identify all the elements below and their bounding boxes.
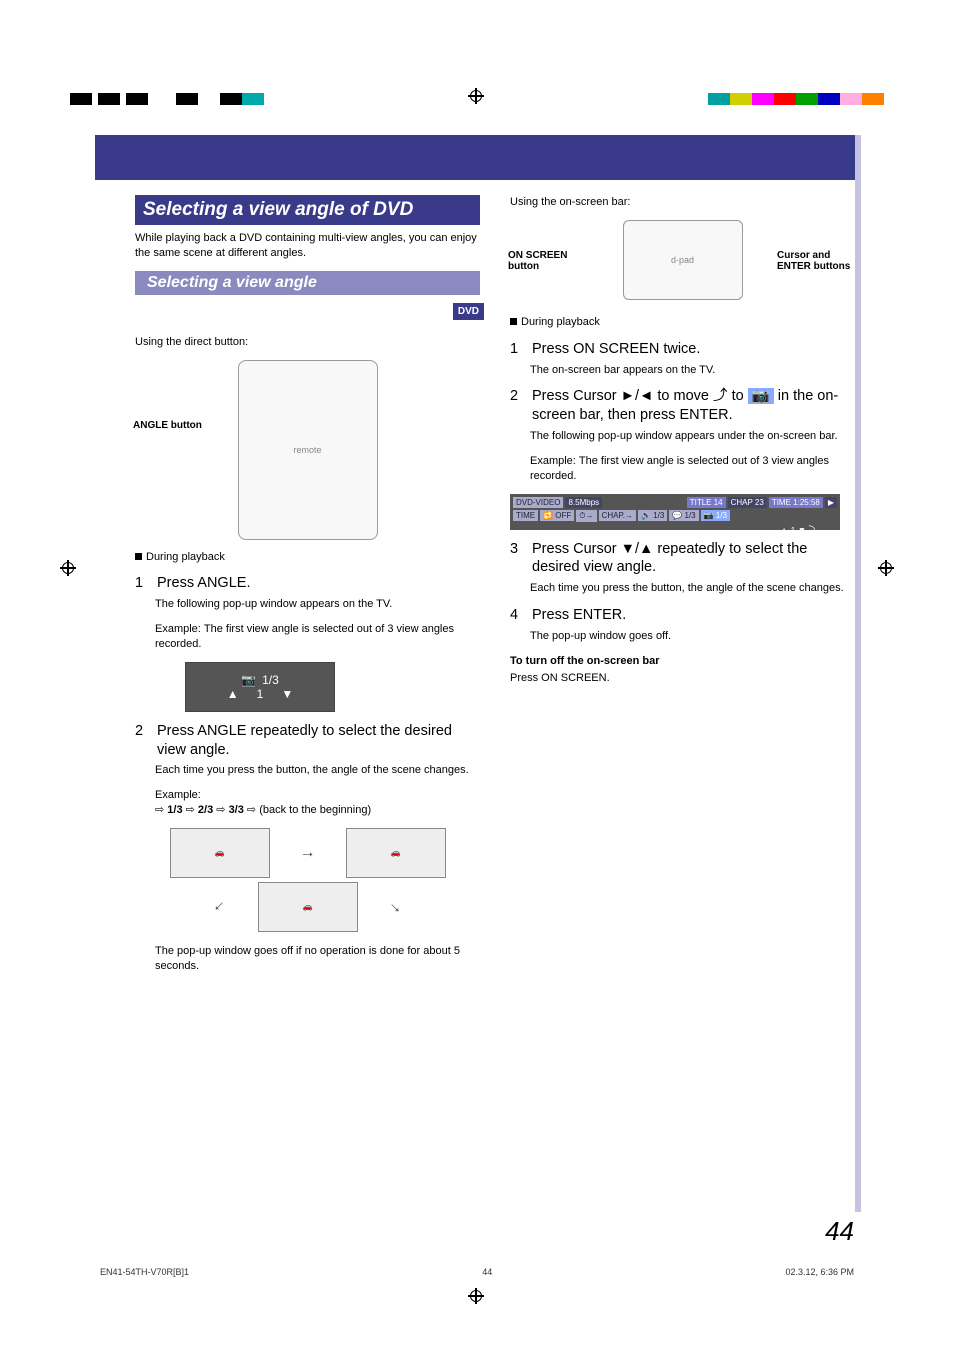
step1-head: 1 Press ANGLE. bbox=[135, 574, 480, 593]
intro-text: While playing back a DVD containing mult… bbox=[135, 231, 480, 261]
method-direct: Using the direct button: bbox=[135, 335, 480, 350]
r-step1-head: 1 Press ON SCREEN twice. bbox=[510, 340, 855, 359]
r-step4-l1: The pop-up window goes off. bbox=[530, 629, 855, 644]
reg-cross-bottom bbox=[468, 1288, 484, 1304]
page-number: 44 bbox=[825, 1216, 854, 1247]
left-column: Selecting a view angle of DVD While play… bbox=[135, 195, 480, 984]
color-bar-left bbox=[70, 93, 286, 105]
right-column: Using the on-screen bar: ON SCREEN butto… bbox=[510, 195, 855, 984]
step1-l1: The following pop-up window appears on t… bbox=[155, 597, 480, 612]
header-band bbox=[95, 135, 859, 180]
footer-center: 44 bbox=[482, 1267, 492, 1277]
angle-button-label: ANGLE button bbox=[133, 420, 202, 431]
remote-illustration: remote bbox=[238, 360, 378, 540]
step2-seq: Example: ⇨ 1/3 ⇨ 2/3 ⇨ 3/3 ⇨ (back to th… bbox=[155, 788, 480, 818]
step2-tail: The pop-up window goes off if no operati… bbox=[155, 944, 480, 974]
camera-icon: 📷 bbox=[241, 673, 256, 687]
r-step4-head: 4 Press ENTER. bbox=[510, 606, 855, 625]
cursor-down-up-icon: ▼/▲ bbox=[621, 541, 654, 557]
r-step2-head: 2 Press Cursor ►/◄ to move ⤴ to 📷 in the… bbox=[510, 387, 855, 425]
pointer-icon: ⤴ bbox=[713, 388, 732, 404]
car-sequence-2: → 🚗 → bbox=[135, 882, 480, 932]
r-step2-ex: Example: The first view angle is selecte… bbox=[530, 454, 855, 484]
car-angle-1: 🚗 bbox=[170, 828, 270, 878]
onscreen-button-label: ON SCREEN button bbox=[508, 250, 578, 272]
camera-icon: 📷 bbox=[748, 388, 774, 404]
side-tab bbox=[855, 135, 861, 1212]
popup-angle: 📷1/3 ▲ 1 ▼ bbox=[185, 662, 335, 712]
reg-cross-side-l bbox=[60, 560, 76, 576]
car-angle-2: 🚗 bbox=[346, 828, 446, 878]
cursor-right-left-icon: ►/◄ bbox=[621, 388, 658, 404]
footer: EN41-54TH-V70R[B]1 44 02.3.12, 6:36 PM bbox=[100, 1267, 854, 1277]
osd-bar: DVD-VIDEO 8.5Mbps TITLE 14 CHAP 23 TIME … bbox=[510, 494, 840, 530]
dvd-badge: DVD bbox=[453, 303, 484, 320]
car-sequence: 🚗 → 🚗 bbox=[135, 828, 480, 878]
page-title: Selecting a view angle of DVD bbox=[135, 195, 480, 225]
step2-head: 2 Press ANGLE repeatedly to select the d… bbox=[135, 722, 480, 760]
during-playback-r: During playback bbox=[510, 315, 855, 330]
step2-l1: Each time you press the button, the angl… bbox=[155, 763, 480, 778]
reg-cross-left bbox=[468, 88, 484, 104]
section-subtitle: Selecting a view angle bbox=[135, 271, 480, 295]
turn-off-body: Press ON SCREEN. bbox=[510, 671, 855, 686]
car-angle-3: 🚗 bbox=[258, 882, 358, 932]
r-step2-l1: The following pop-up window appears unde… bbox=[530, 429, 855, 444]
r-step3-l1: Each time you press the button, the angl… bbox=[530, 581, 855, 596]
method-osd: Using the on-screen bar: bbox=[510, 195, 855, 210]
footer-left: EN41-54TH-V70R[B]1 bbox=[100, 1267, 189, 1277]
r-step3-head: 3 Press Cursor ▼/▲ repeatedly to select … bbox=[510, 540, 855, 578]
r-step1-l1: The on-screen bar appears on the TV. bbox=[530, 363, 855, 378]
color-bar-right bbox=[686, 93, 884, 105]
cursor-enter-label: Cursor and ENTER buttons bbox=[777, 250, 857, 272]
footer-right: 02.3.12, 6:36 PM bbox=[785, 1267, 854, 1277]
step1-example: Example: The first view angle is selecte… bbox=[155, 622, 480, 652]
during-playback-l: During playback bbox=[135, 550, 480, 565]
dpad-illustration: d-pad bbox=[623, 220, 743, 300]
reg-cross-side-r bbox=[878, 560, 894, 576]
turn-off-head: To turn off the on-screen bar bbox=[510, 654, 855, 669]
